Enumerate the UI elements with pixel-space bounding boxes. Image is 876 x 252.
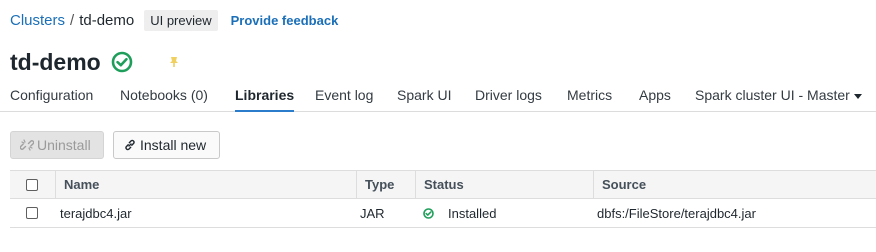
- title-row: td-demo: [10, 47, 181, 77]
- breadcrumb-current: td-demo: [79, 11, 135, 29]
- tab-bar: Configuration Notebooks (0) Libraries Ev…: [0, 82, 876, 112]
- column-header-name[interactable]: Name: [55, 171, 356, 198]
- row-checkbox[interactable]: [26, 207, 38, 219]
- page-title: td-demo: [10, 48, 101, 75]
- select-all-checkbox[interactable]: [26, 178, 38, 191]
- breadcrumb: Clusters / td-demo UI preview Provide fe…: [10, 8, 338, 32]
- libraries-table: Name Type Status Source terajdbc4.jar JA…: [10, 170, 876, 228]
- unlink-icon: [20, 139, 34, 151]
- tab-libraries[interactable]: Libraries: [235, 82, 295, 112]
- column-header-source[interactable]: Source: [593, 171, 876, 198]
- tab-metrics[interactable]: Metrics: [567, 82, 612, 110]
- row-select-cell: [10, 199, 55, 227]
- uninstall-label: Uninstall: [37, 137, 91, 153]
- library-status: Installed: [415, 199, 593, 227]
- library-source: dbfs:/FileStore/terajdbc4.jar: [597, 205, 756, 221]
- pin-icon[interactable]: [167, 55, 181, 69]
- link-icon: [125, 139, 135, 151]
- tab-notebooks[interactable]: Notebooks (0): [120, 82, 208, 110]
- tab-spark-ui[interactable]: Spark UI: [397, 82, 451, 110]
- table-header: Name Type Status Source: [10, 170, 876, 199]
- installed-check-icon: [423, 207, 434, 219]
- check-circle-icon: [111, 51, 133, 73]
- column-header-type[interactable]: Type: [356, 171, 415, 198]
- tab-apps[interactable]: Apps: [639, 82, 671, 110]
- breadcrumb-clusters-link[interactable]: Clusters: [10, 12, 65, 29]
- column-header-status[interactable]: Status: [415, 171, 593, 198]
- tab-driver-logs[interactable]: Driver logs: [475, 82, 542, 110]
- breadcrumb-separator: /: [70, 11, 75, 29]
- tab-event-log[interactable]: Event log: [315, 82, 373, 110]
- tab-spark-cluster-ui[interactable]: Spark cluster UI - Master: [695, 82, 862, 110]
- library-type: JAR: [360, 205, 385, 221]
- install-new-label: Install new: [140, 137, 207, 153]
- chevron-down-icon: [853, 93, 862, 99]
- library-name: terajdbc4.jar: [60, 205, 132, 221]
- library-status-label: Installed: [448, 205, 497, 221]
- tab-configuration[interactable]: Configuration: [10, 82, 93, 110]
- table-row[interactable]: terajdbc4.jar JAR Installed dbfs:/FileSt…: [10, 199, 876, 228]
- install-new-button[interactable]: Install new: [113, 131, 220, 159]
- tab-spark-cluster-ui-label: Spark cluster UI - Master: [695, 87, 850, 103]
- ui-preview-badge: UI preview: [144, 9, 218, 31]
- select-all-cell: [10, 171, 55, 198]
- uninstall-button[interactable]: Uninstall: [10, 131, 104, 159]
- provide-feedback-link[interactable]: Provide feedback: [231, 13, 339, 28]
